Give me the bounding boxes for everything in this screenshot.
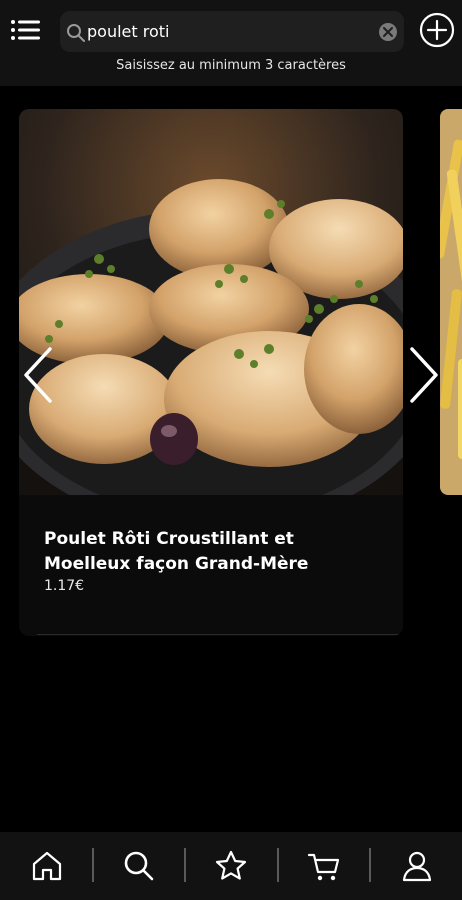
nav-separator bbox=[277, 848, 279, 882]
cart-icon[interactable] bbox=[304, 846, 344, 886]
chevron-left-icon[interactable] bbox=[20, 345, 56, 405]
nav-separator bbox=[369, 848, 371, 882]
recipe-card[interactable]: Poulet Rôti Croustillant et Moelleux faç… bbox=[19, 109, 403, 636]
search-icon bbox=[66, 23, 86, 43]
top-bar: Saisissez au minimum 3 caractères bbox=[0, 0, 462, 86]
recipe-title[interactable]: Poulet Rôti Croustillant et Moelleux faç… bbox=[44, 527, 384, 577]
home-icon[interactable] bbox=[27, 846, 67, 886]
menu-icon[interactable] bbox=[10, 16, 42, 44]
chevron-right-icon[interactable] bbox=[406, 345, 442, 405]
recipe-price: 1.17€ bbox=[44, 578, 85, 594]
user-icon[interactable] bbox=[397, 846, 437, 886]
search-hint: Saisissez au minimum 3 caractères bbox=[116, 58, 346, 73]
card-divider bbox=[37, 634, 403, 635]
nav-separator bbox=[184, 848, 186, 882]
search-input[interactable] bbox=[87, 17, 367, 45]
nav-separator bbox=[92, 848, 94, 882]
clear-icon[interactable] bbox=[379, 23, 397, 41]
plus-circle-icon[interactable] bbox=[419, 12, 455, 48]
next-recipe-card[interactable] bbox=[440, 109, 462, 495]
star-icon[interactable] bbox=[211, 846, 251, 886]
search-bar[interactable] bbox=[60, 11, 404, 52]
bottom-nav bbox=[0, 832, 462, 900]
recipe-image[interactable] bbox=[19, 109, 403, 529]
search-icon[interactable] bbox=[119, 846, 159, 886]
